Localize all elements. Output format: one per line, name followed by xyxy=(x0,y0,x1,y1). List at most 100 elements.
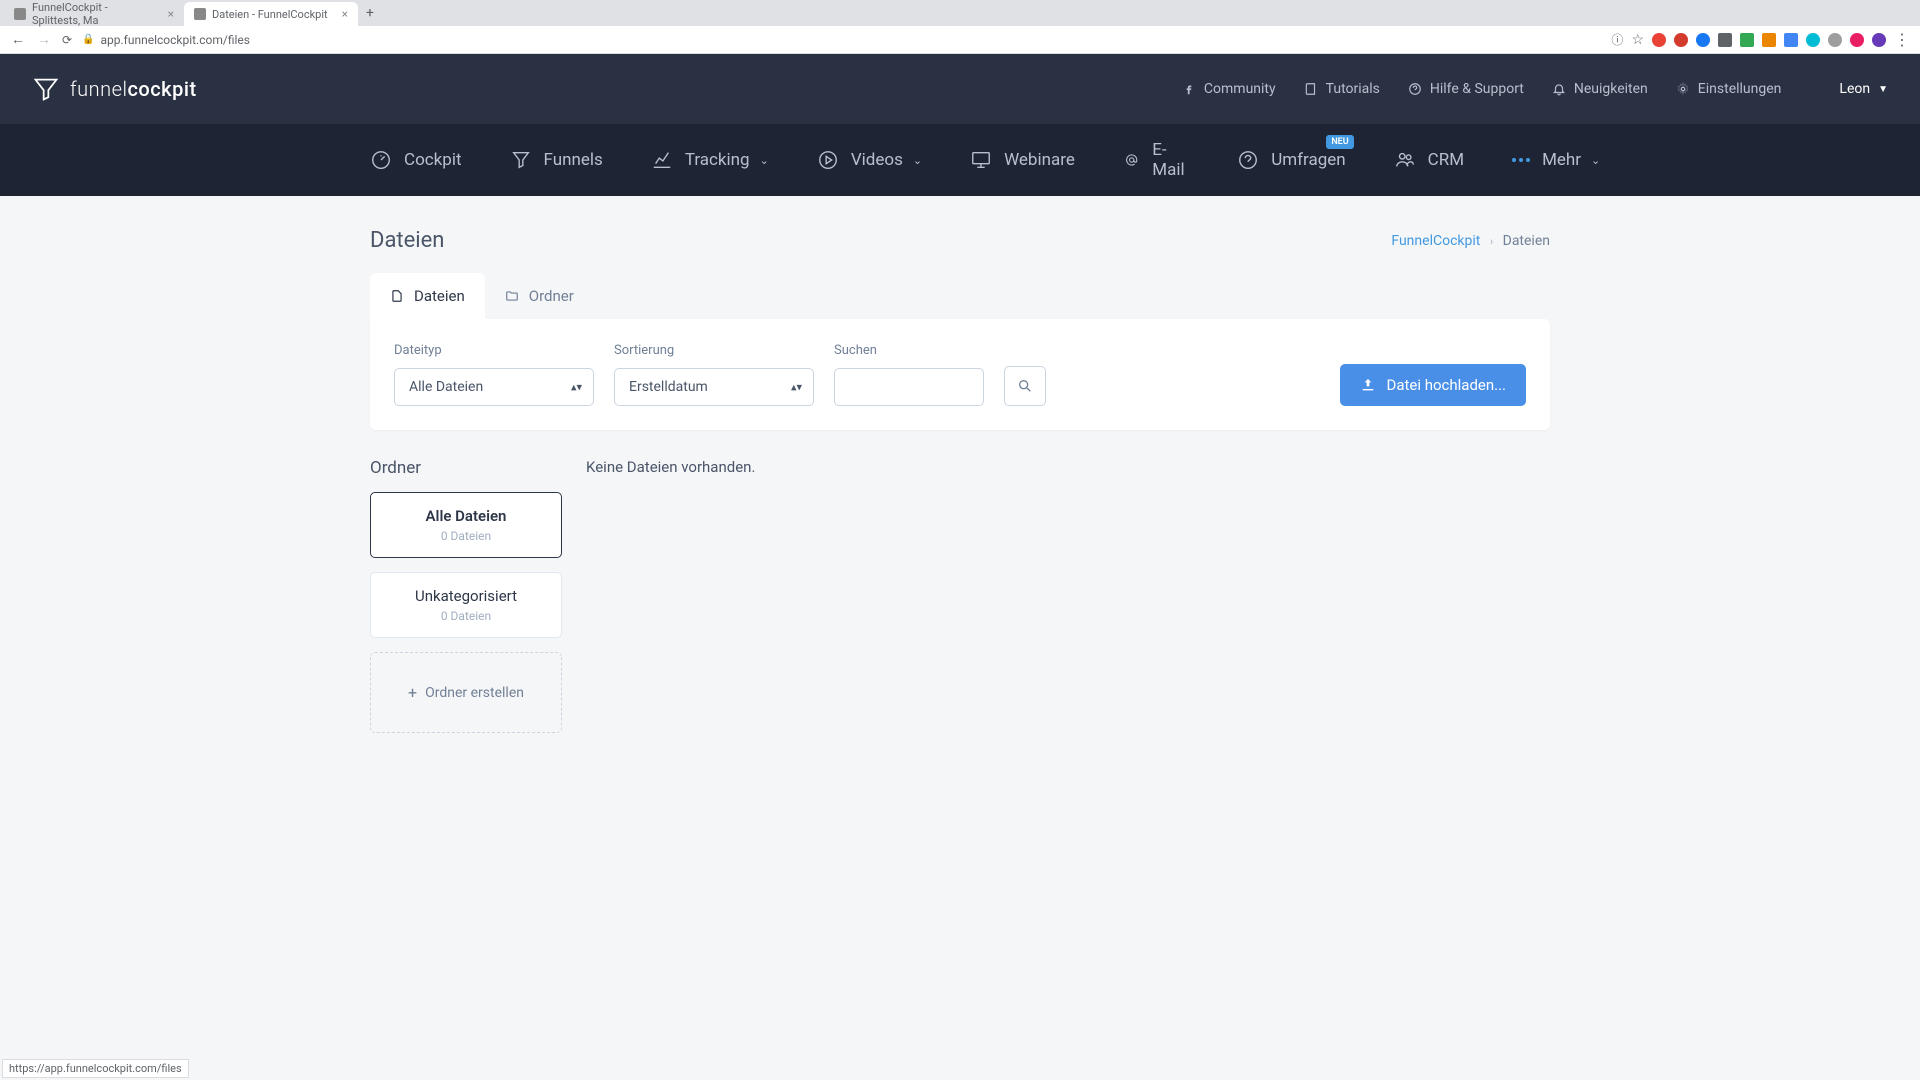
favicon xyxy=(194,8,206,20)
browser-tab-title: Dateien - FunnelCockpit xyxy=(212,8,328,21)
badge-new: NEU xyxy=(1326,135,1353,149)
avatar[interactable] xyxy=(1872,33,1886,47)
extension-icon[interactable] xyxy=(1740,33,1754,47)
extension-icon[interactable] xyxy=(1828,33,1842,47)
page-content: Dateien FunnelCockpit › Dateien Dateien … xyxy=(330,196,1590,765)
search-input[interactable] xyxy=(834,368,984,406)
url-text: app.funnelcockpit.com/files xyxy=(101,33,250,47)
forward-button[interactable]: → xyxy=(36,31,52,48)
dots-icon xyxy=(1512,158,1530,162)
new-tab-button[interactable]: + xyxy=(358,5,382,21)
search-button[interactable] xyxy=(1004,366,1046,406)
browser-tab[interactable]: FunnelCockpit - Splittests, Ma × xyxy=(4,2,184,26)
tab-ordner[interactable]: Ordner xyxy=(485,273,594,319)
plus-icon: + xyxy=(408,683,417,702)
breadcrumb-root[interactable]: FunnelCockpit xyxy=(1391,233,1480,249)
presentation-icon xyxy=(970,149,992,171)
folder-count: 0 Dateien xyxy=(385,609,547,623)
nav-label: Videos xyxy=(851,150,903,170)
extension-icon[interactable] xyxy=(1652,33,1666,47)
header-link-tutorials[interactable]: Tutorials xyxy=(1304,81,1380,97)
nav-email[interactable]: E-Mail xyxy=(1123,140,1189,180)
star-icon[interactable]: ☆ xyxy=(1631,32,1644,48)
gauge-icon xyxy=(370,149,392,171)
tab-label: Ordner xyxy=(529,287,574,305)
folder-icon xyxy=(505,289,519,303)
user-menu[interactable]: Leon ▼ xyxy=(1839,81,1888,97)
search-icon xyxy=(1017,378,1033,394)
close-icon[interactable]: × xyxy=(168,7,174,21)
browser-status-bar: https://app.funnelcockpit.com/files xyxy=(2,1059,189,1078)
extension-icon[interactable] xyxy=(1696,33,1710,47)
content-area: Ordner Alle Dateien 0 Dateien Unkategori… xyxy=(370,458,1550,733)
extension-icon[interactable] xyxy=(1806,33,1820,47)
browser-chrome: FunnelCockpit - Splittests, Ma × Dateien… xyxy=(0,0,1920,54)
nav-label: Webinare xyxy=(1004,150,1075,170)
breadcrumb-current: Dateien xyxy=(1503,233,1550,249)
browser-tab-bar: FunnelCockpit - Splittests, Ma × Dateien… xyxy=(0,0,1920,26)
browser-tab-title: FunnelCockpit - Splittests, Ma xyxy=(32,1,154,27)
menu-icon[interactable]: ⋮ xyxy=(1894,30,1910,49)
extension-icon[interactable] xyxy=(1762,33,1776,47)
nav-webinare[interactable]: Webinare xyxy=(970,149,1075,171)
header-link-settings[interactable]: Einstellungen xyxy=(1676,81,1782,97)
nav-more[interactable]: Mehr ⌄ xyxy=(1512,150,1600,170)
tab-dateien[interactable]: Dateien xyxy=(370,273,485,319)
main-nav: Cockpit Funnels Tracking ⌄ Videos ⌄ Webi… xyxy=(0,124,1920,196)
filter-filetype: Dateityp Alle Dateien ▴▾ xyxy=(394,343,594,406)
nav-videos[interactable]: Videos ⌄ xyxy=(817,149,922,171)
filetype-select[interactable]: Alle Dateien xyxy=(394,368,594,406)
chevron-right-icon: › xyxy=(1490,235,1493,248)
extension-icon[interactable] xyxy=(1674,33,1688,47)
sort-select[interactable]: Erstelldatum xyxy=(614,368,814,406)
extension-icon[interactable] xyxy=(1784,33,1798,47)
nav-crm[interactable]: CRM xyxy=(1394,149,1464,171)
folder-card-all[interactable]: Alle Dateien 0 Dateien xyxy=(370,492,562,558)
browser-tab-active[interactable]: Dateien - FunnelCockpit × xyxy=(184,2,358,26)
folder-card-uncategorized[interactable]: Unkategorisiert 0 Dateien xyxy=(370,572,562,638)
nav-funnels[interactable]: Funnels xyxy=(510,149,603,171)
filter-bar: Dateityp Alle Dateien ▴▾ Sortierung Erst… xyxy=(370,319,1550,430)
close-icon[interactable]: × xyxy=(342,7,348,21)
nav-label: Funnels xyxy=(544,150,603,170)
logo[interactable]: funnelcockpit xyxy=(32,75,197,103)
folder-count: 0 Dateien xyxy=(385,529,547,543)
info-icon[interactable]: ⓘ xyxy=(1611,31,1623,48)
nav-cockpit[interactable]: Cockpit xyxy=(370,149,462,171)
nav-umfragen[interactable]: Umfragen NEU xyxy=(1237,149,1345,171)
reload-button[interactable]: ⟳ xyxy=(62,33,72,47)
header-link-news[interactable]: Neuigkeiten xyxy=(1552,81,1648,97)
create-folder-button[interactable]: + Ordner erstellen xyxy=(370,652,562,733)
app-header: funnelcockpit Community Tutorials Hilfe … xyxy=(0,54,1920,124)
sidebar-title: Ordner xyxy=(370,458,562,478)
at-icon xyxy=(1123,149,1140,171)
funnel-icon xyxy=(32,75,60,103)
header-link-support[interactable]: Hilfe & Support xyxy=(1408,81,1524,97)
page-title: Dateien xyxy=(370,228,444,253)
header-link-label: Neuigkeiten xyxy=(1574,81,1648,97)
tab-label: Dateien xyxy=(414,287,465,305)
upload-icon xyxy=(1360,377,1376,393)
header-link-label: Community xyxy=(1204,81,1276,97)
gear-icon xyxy=(1676,82,1690,96)
back-button[interactable]: ← xyxy=(10,31,26,48)
page-header: Dateien FunnelCockpit › Dateien xyxy=(370,228,1550,253)
chevron-down-icon: ⌄ xyxy=(760,154,769,167)
folder-sidebar: Ordner Alle Dateien 0 Dateien Unkategori… xyxy=(370,458,562,733)
extension-icon[interactable] xyxy=(1718,33,1732,47)
url-field[interactable]: 🔒 app.funnelcockpit.com/files xyxy=(82,33,1601,47)
extension-icon[interactable] xyxy=(1850,33,1864,47)
upload-button[interactable]: Datei hochladen... xyxy=(1340,364,1526,406)
play-icon xyxy=(817,149,839,171)
user-name: Leon xyxy=(1839,81,1870,97)
book-icon xyxy=(1304,82,1318,96)
address-bar: ← → ⟳ 🔒 app.funnelcockpit.com/files ⓘ ☆ … xyxy=(0,26,1920,54)
favicon xyxy=(14,8,26,20)
filter-sort: Sortierung Erstelldatum ▴▾ xyxy=(614,343,814,406)
header-link-label: Tutorials xyxy=(1326,81,1380,97)
header-link-label: Einstellungen xyxy=(1698,81,1782,97)
filter-label: Suchen xyxy=(834,343,984,358)
nav-tracking[interactable]: Tracking ⌄ xyxy=(651,149,769,171)
file-icon xyxy=(390,289,404,303)
header-link-community[interactable]: Community xyxy=(1182,81,1276,97)
